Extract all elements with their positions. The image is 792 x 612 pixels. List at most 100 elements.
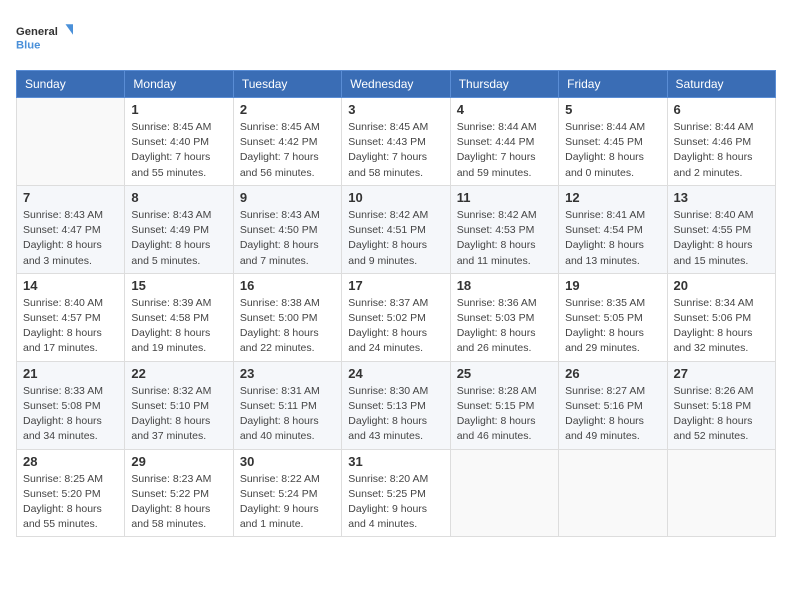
day-info: Sunrise: 8:26 AMSunset: 5:18 PMDaylight:… [674,384,769,445]
day-number: 31 [348,454,443,469]
calendar-cell: 1 Sunrise: 8:45 AMSunset: 4:40 PMDaylight… [125,98,233,186]
calendar-week-row: 21 Sunrise: 8:33 AMSunset: 5:08 PMDayligh… [17,361,776,449]
day-number: 28 [23,454,118,469]
calendar-cell [17,98,125,186]
calendar-cell: 19Sunrise: 8:35 AMSunset: 5:05 PMDayligh… [559,273,667,361]
calendar-cell: 27 Sunrise: 8:26 AMSunset: 5:18 PMDayligh… [667,361,775,449]
calendar-cell [450,449,558,537]
day-number: 25 [457,366,552,381]
day-info: Sunrise: 8:40 AMSunset: 4:55 PMDaylight:… [674,208,769,269]
page-header: General Blue [16,16,776,58]
day-info: Sunrise: 8:41 AMSunset: 4:54 PMDaylight:… [565,208,660,269]
calendar-cell: 7 Sunrise: 8:43 AMSunset: 4:47 PMDaylight… [17,185,125,273]
day-info: Sunrise: 8:45 AMSunset: 4:40 PMDaylight:… [131,120,226,181]
day-info: Sunrise: 8:27 AMSunset: 5:16 PMDaylight:… [565,384,660,445]
calendar-cell: 31 Sunrise: 8:20 AMSunset: 5:25 PMDayligh… [342,449,450,537]
day-info: Sunrise: 8:43 AMSunset: 4:50 PMDaylight:… [240,208,335,269]
day-number: 8 [131,190,226,205]
day-number: 18 [457,278,552,293]
calendar-cell [559,449,667,537]
calendar-cell: 6Sunrise: 8:44 AMSunset: 4:46 PMDaylight… [667,98,775,186]
day-number: 30 [240,454,335,469]
day-info: Sunrise: 8:33 AMSunset: 5:08 PMDaylight:… [23,384,118,445]
calendar-cell: 17Sunrise: 8:37 AMSunset: 5:02 PMDayligh… [342,273,450,361]
day-number: 26 [565,366,660,381]
day-number: 1 [131,102,226,117]
calendar-cell: 13 Sunrise: 8:40 AMSunset: 4:55 PMDayligh… [667,185,775,273]
calendar-cell: 11 Sunrise: 8:42 AMSunset: 4:53 PMDayligh… [450,185,558,273]
svg-text:Blue: Blue [16,39,40,51]
logo-svg: General Blue [16,16,76,58]
day-info: Sunrise: 8:28 AMSunset: 5:15 PMDaylight:… [457,384,552,445]
day-number: 22 [131,366,226,381]
day-info: Sunrise: 8:43 AMSunset: 4:49 PMDaylight:… [131,208,226,269]
day-info: Sunrise: 8:44 AMSunset: 4:44 PMDaylight:… [457,120,552,181]
day-info: Sunrise: 8:30 AMSunset: 5:13 PMDaylight:… [348,384,443,445]
calendar-cell: 15 Sunrise: 8:39 AMSunset: 4:58 PMDayligh… [125,273,233,361]
svg-text:General: General [16,26,58,38]
calendar-cell: 18 Sunrise: 8:36 AMSunset: 5:03 PMDayligh… [450,273,558,361]
calendar-cell: 14 Sunrise: 8:40 AMSunset: 4:57 PMDayligh… [17,273,125,361]
day-number: 11 [457,190,552,205]
day-number: 23 [240,366,335,381]
calendar-cell: 25 Sunrise: 8:28 AMSunset: 5:15 PMDayligh… [450,361,558,449]
weekday-header-friday: Friday [559,71,667,98]
day-number: 13 [674,190,769,205]
day-number: 9 [240,190,335,205]
day-info: Sunrise: 8:38 AMSunset: 5:00 PMDaylight:… [240,296,335,357]
calendar-cell: 22 Sunrise: 8:32 AMSunset: 5:10 PMDayligh… [125,361,233,449]
calendar-cell: 10Sunrise: 8:42 AMSunset: 4:51 PMDayligh… [342,185,450,273]
calendar-cell: 30 Sunrise: 8:22 AMSunset: 5:24 PMDayligh… [233,449,341,537]
day-info: Sunrise: 8:42 AMSunset: 4:53 PMDaylight:… [457,208,552,269]
weekday-header-sunday: Sunday [17,71,125,98]
day-info: Sunrise: 8:40 AMSunset: 4:57 PMDaylight:… [23,296,118,357]
day-info: Sunrise: 8:45 AMSunset: 4:43 PMDaylight:… [348,120,443,181]
calendar-cell: 29 Sunrise: 8:23 AMSunset: 5:22 PMDayligh… [125,449,233,537]
calendar-cell: 21 Sunrise: 8:33 AMSunset: 5:08 PMDayligh… [17,361,125,449]
day-info: Sunrise: 8:35 AMSunset: 5:05 PMDaylight:… [565,296,660,357]
calendar-cell: 24 Sunrise: 8:30 AMSunset: 5:13 PMDayligh… [342,361,450,449]
day-number: 7 [23,190,118,205]
day-info: Sunrise: 8:20 AMSunset: 5:25 PMDaylight:… [348,472,443,533]
day-number: 14 [23,278,118,293]
day-number: 4 [457,102,552,117]
calendar-cell: 5 Sunrise: 8:44 AMSunset: 4:45 PMDaylight… [559,98,667,186]
day-info: Sunrise: 8:22 AMSunset: 5:24 PMDaylight:… [240,472,335,533]
calendar-header-row: SundayMondayTuesdayWednesdayThursdayFrid… [17,71,776,98]
day-info: Sunrise: 8:45 AMSunset: 4:42 PMDaylight:… [240,120,335,181]
weekday-header-tuesday: Tuesday [233,71,341,98]
calendar-cell: 2Sunrise: 8:45 AMSunset: 4:42 PMDaylight… [233,98,341,186]
logo: General Blue [16,16,76,58]
day-number: 29 [131,454,226,469]
day-info: Sunrise: 8:31 AMSunset: 5:11 PMDaylight:… [240,384,335,445]
day-number: 27 [674,366,769,381]
day-info: Sunrise: 8:25 AMSunset: 5:20 PMDaylight:… [23,472,118,533]
day-number: 21 [23,366,118,381]
day-info: Sunrise: 8:36 AMSunset: 5:03 PMDaylight:… [457,296,552,357]
day-info: Sunrise: 8:37 AMSunset: 5:02 PMDaylight:… [348,296,443,357]
day-info: Sunrise: 8:44 AMSunset: 4:45 PMDaylight:… [565,120,660,181]
day-info: Sunrise: 8:42 AMSunset: 4:51 PMDaylight:… [348,208,443,269]
day-number: 5 [565,102,660,117]
calendar-cell: 8 Sunrise: 8:43 AMSunset: 4:49 PMDaylight… [125,185,233,273]
day-info: Sunrise: 8:44 AMSunset: 4:46 PMDaylight:… [674,120,769,181]
day-info: Sunrise: 8:32 AMSunset: 5:10 PMDaylight:… [131,384,226,445]
calendar-week-row: 14 Sunrise: 8:40 AMSunset: 4:57 PMDayligh… [17,273,776,361]
calendar-week-row: 1 Sunrise: 8:45 AMSunset: 4:40 PMDaylight… [17,98,776,186]
day-info: Sunrise: 8:43 AMSunset: 4:47 PMDaylight:… [23,208,118,269]
day-info: Sunrise: 8:23 AMSunset: 5:22 PMDaylight:… [131,472,226,533]
day-number: 20 [674,278,769,293]
day-number: 3 [348,102,443,117]
day-info: Sunrise: 8:39 AMSunset: 4:58 PMDaylight:… [131,296,226,357]
day-number: 12 [565,190,660,205]
calendar-week-row: 28 Sunrise: 8:25 AMSunset: 5:20 PMDayligh… [17,449,776,537]
day-number: 15 [131,278,226,293]
day-number: 24 [348,366,443,381]
weekday-header-monday: Monday [125,71,233,98]
calendar-table: SundayMondayTuesdayWednesdayThursdayFrid… [16,70,776,537]
calendar-cell: 9 Sunrise: 8:43 AMSunset: 4:50 PMDaylight… [233,185,341,273]
weekday-header-wednesday: Wednesday [342,71,450,98]
calendar-cell [667,449,775,537]
calendar-week-row: 7 Sunrise: 8:43 AMSunset: 4:47 PMDaylight… [17,185,776,273]
weekday-header-saturday: Saturday [667,71,775,98]
